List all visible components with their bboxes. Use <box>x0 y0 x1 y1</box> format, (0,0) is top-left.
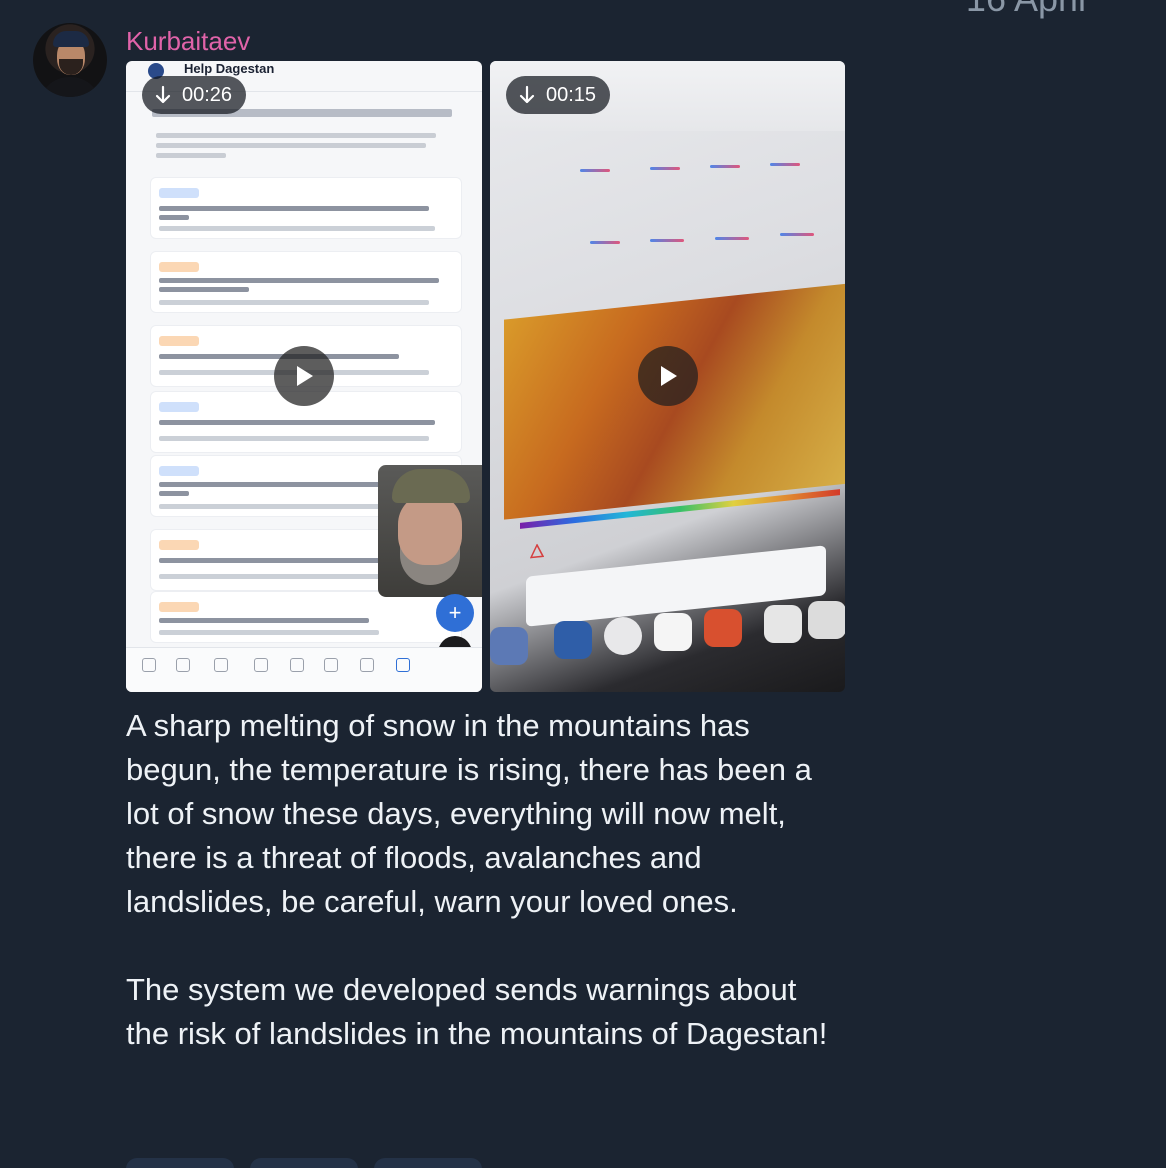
video-thumbnail-2[interactable]: 00:15 <box>490 61 845 692</box>
plus-icon: + <box>436 594 474 632</box>
video-bottom-nav <box>126 647 482 692</box>
sender-name[interactable]: Kurbaitaev <box>126 26 250 57</box>
reaction-button[interactable] <box>374 1158 482 1168</box>
video-list-card <box>150 177 462 239</box>
message-paragraph: The system we developed sends warnings a… <box>126 972 828 1051</box>
video-text-line <box>156 153 226 158</box>
message-paragraph: A sharp melting of snow in the mountains… <box>126 708 812 919</box>
chat-view: 16 April Kurbaitaev Help Dagestan <box>0 0 1166 1168</box>
video-thumbnail-1[interactable]: Help Dagestan + 00:26 <box>126 61 482 692</box>
video-duration-badge[interactable]: 00:26 <box>142 76 247 114</box>
play-icon <box>661 366 677 386</box>
camera-overlay <box>378 465 482 597</box>
warning-icon <box>529 543 545 559</box>
reaction-button[interactable] <box>250 1158 358 1168</box>
download-arrow-icon <box>155 85 171 104</box>
message-text: A sharp melting of snow in the mountains… <box>126 704 846 1056</box>
avatar[interactable] <box>33 23 107 97</box>
video-duration: 00:15 <box>546 83 597 106</box>
reactions-row <box>126 1158 482 1168</box>
video-duration: 00:26 <box>182 83 233 106</box>
video-app-title: Help Dagestan <box>184 61 275 76</box>
video-duration-badge[interactable]: 00:15 <box>506 76 611 114</box>
os-dock <box>490 601 845 692</box>
video-text-line <box>156 143 426 148</box>
video-list-card <box>150 591 462 643</box>
video-text-line <box>156 133 436 138</box>
play-icon <box>297 366 313 386</box>
download-arrow-icon <box>519 85 535 104</box>
play-button[interactable] <box>274 346 334 406</box>
video-list-card <box>150 251 462 313</box>
date-header: 16 April <box>966 0 1086 20</box>
reaction-button[interactable] <box>126 1158 234 1168</box>
play-button[interactable] <box>638 346 698 406</box>
